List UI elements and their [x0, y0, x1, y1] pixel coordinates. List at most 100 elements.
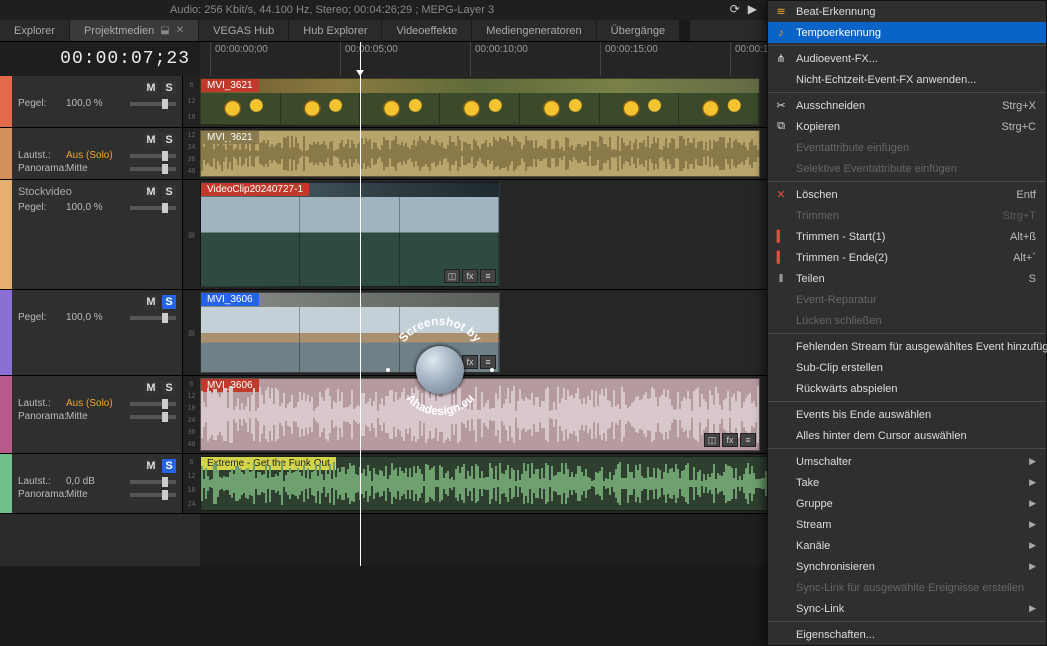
tab-vegashub[interactable]: VEGAS Hub: [199, 20, 289, 41]
waveform: [201, 379, 759, 450]
menu-separator: [768, 45, 1046, 46]
control-value[interactable]: 100,0 %: [66, 312, 126, 323]
control-value[interactable]: Aus (Solo): [66, 398, 126, 409]
timeline-clip[interactable]: MVI_3621: [200, 78, 760, 125]
menu-item[interactable]: Eigenschaften...: [768, 624, 1046, 645]
track-header[interactable]: MSLautst.:0,0 dBPanorama:Mitte6121824: [0, 454, 200, 514]
menu-item[interactable]: Nicht-Echtzeit-Event-FX anwenden...: [768, 69, 1046, 90]
control-value[interactable]: Aus (Solo): [66, 150, 126, 161]
menu-item[interactable]: Sync-Link▶: [768, 598, 1046, 619]
tab-projektmedien[interactable]: Projektmedien⬓✕: [70, 20, 199, 41]
solo-button[interactable]: S: [162, 459, 176, 473]
tab-hubexplorer[interactable]: Hub Explorer: [289, 20, 382, 41]
control-value[interactable]: Mitte: [66, 489, 126, 500]
fx-icon[interactable]: fx: [722, 433, 738, 447]
solo-button[interactable]: S: [162, 295, 176, 309]
menu-item[interactable]: Events bis Ende auswählen: [768, 404, 1046, 425]
slider[interactable]: [130, 415, 176, 419]
menu-item-shortcut: Strg+T: [1003, 210, 1036, 222]
solo-button[interactable]: S: [162, 81, 176, 95]
menu-item[interactable]: Sub-Clip erstellen: [768, 357, 1046, 378]
control-value[interactable]: 0,0 dB: [66, 476, 126, 487]
mute-button[interactable]: M: [144, 133, 158, 147]
track-color-strip: [0, 454, 12, 513]
tab-mediengen[interactable]: Mediengeneratoren: [472, 20, 596, 41]
menu-item[interactable]: Umschalter▶: [768, 451, 1046, 472]
more-icon[interactable]: ≡: [480, 269, 496, 283]
fx-icon[interactable]: fx: [462, 355, 478, 369]
slider[interactable]: [130, 154, 176, 158]
track-header[interactable]: MS Pegel: 100,0 % ▤: [0, 290, 200, 376]
crop-icon[interactable]: ◫: [444, 269, 460, 283]
track-header[interactable]: MSPegel:100,0 %61218: [0, 76, 200, 128]
more-icon[interactable]: ≡: [480, 355, 496, 369]
menu-item[interactable]: ‖TeilenS: [768, 268, 1046, 289]
menu-item-label: Synchronisieren: [796, 561, 875, 573]
control-value[interactable]: 100,0 %: [66, 202, 126, 213]
control-value[interactable]: 100,0 %: [66, 98, 126, 109]
fx-icon[interactable]: fx: [462, 269, 478, 283]
solo-button[interactable]: S: [162, 185, 176, 199]
solo-button[interactable]: S: [162, 381, 176, 395]
crop-icon[interactable]: ◫: [444, 355, 460, 369]
tab-videoeffekte[interactable]: Videoeffekte: [382, 20, 472, 41]
menu-item[interactable]: ≋Beat-Erkennung: [768, 1, 1046, 22]
menu-item[interactable]: ▍Trimmen - Start(1)Alt+ß: [768, 226, 1046, 247]
more-icon[interactable]: ≡: [740, 433, 756, 447]
menu-item[interactable]: ♪Tempoerkennung: [768, 22, 1046, 43]
menu-item[interactable]: ✂AusschneidenStrg+X: [768, 95, 1046, 116]
timeline-clip[interactable]: MVI_3621: [200, 130, 760, 177]
track-header[interactable]: MSLautst.:Aus (Solo)Panorama:Mitte122436…: [0, 128, 200, 180]
timeline-clip[interactable]: MVI_3606◫fx≡: [200, 292, 500, 373]
refresh-icon[interactable]: ⟳: [730, 2, 740, 16]
control-label: Panorama:: [18, 489, 62, 500]
track-options-icon[interactable]: ▤: [182, 180, 200, 289]
tab-uebergaenge[interactable]: Übergänge: [597, 20, 680, 41]
timeline-clip[interactable]: MVI_3606◫fx≡: [200, 378, 760, 451]
slider[interactable]: [130, 480, 176, 484]
menu-item[interactable]: Stream▶: [768, 514, 1046, 535]
menu-item[interactable]: Take▶: [768, 472, 1046, 493]
crop-icon[interactable]: ◫: [704, 433, 720, 447]
control-label: Pegel:: [18, 312, 62, 323]
track-header[interactable]: StockvideoMSPegel:100,0 %▤: [0, 180, 200, 290]
slider[interactable]: [130, 102, 176, 106]
control-value[interactable]: Mitte: [66, 163, 126, 174]
track-control-row: Lautst.:0,0 dB: [18, 476, 176, 487]
pin-icon[interactable]: ⬓: [160, 25, 169, 36]
mute-button[interactable]: M: [144, 459, 158, 473]
play-icon[interactable]: ▶: [748, 2, 757, 16]
menu-item[interactable]: Fehlenden Stream für ausgewähltes Event …: [768, 336, 1046, 357]
solo-button[interactable]: S: [162, 133, 176, 147]
menu-item[interactable]: Alles hinter dem Cursor auswählen: [768, 425, 1046, 446]
close-icon[interactable]: ✕: [176, 25, 184, 36]
menu-item[interactable]: Rückwärts abspielen: [768, 378, 1046, 399]
control-label: Pegel:: [18, 98, 62, 109]
menu-item[interactable]: ▍Trimmen - Ende(2)Alt+´: [768, 247, 1046, 268]
playhead[interactable]: [360, 42, 361, 566]
menu-item[interactable]: ⧉KopierenStrg+C: [768, 116, 1046, 137]
menu-item[interactable]: Kanäle▶: [768, 535, 1046, 556]
track-header[interactable]: MSLautst.:Aus (Solo)Panorama:Mitte612182…: [0, 376, 200, 454]
audio-info: Audio: 256 Kbit/s, 44.100 Hz, Stereo; 00…: [170, 4, 494, 16]
slider[interactable]: [130, 493, 176, 497]
slider[interactable]: [130, 316, 176, 320]
menu-item[interactable]: Gruppe▶: [768, 493, 1046, 514]
track-options-icon[interactable]: ▤: [182, 290, 200, 375]
timecode[interactable]: 00:00:07;23: [0, 42, 200, 76]
mute-button[interactable]: M: [144, 81, 158, 95]
menu-item[interactable]: Synchronisieren▶: [768, 556, 1046, 577]
menu-item[interactable]: ✕LöschenEntf: [768, 184, 1046, 205]
mute-button[interactable]: M: [144, 185, 158, 199]
control-value[interactable]: Mitte: [66, 411, 126, 422]
menu-item-label: Event-Reparatur: [796, 294, 877, 306]
mute-button[interactable]: M: [144, 381, 158, 395]
slider[interactable]: [130, 167, 176, 171]
menu-item-icon: ✂: [774, 99, 788, 112]
slider[interactable]: [130, 402, 176, 406]
mute-button[interactable]: M: [144, 295, 158, 309]
timeline-clip[interactable]: VideoClip20240727-1◫fx≡: [200, 182, 500, 287]
tab-explorer[interactable]: Explorer: [0, 20, 70, 41]
slider[interactable]: [130, 206, 176, 210]
menu-item[interactable]: ⋔Audioevent-FX...: [768, 48, 1046, 69]
